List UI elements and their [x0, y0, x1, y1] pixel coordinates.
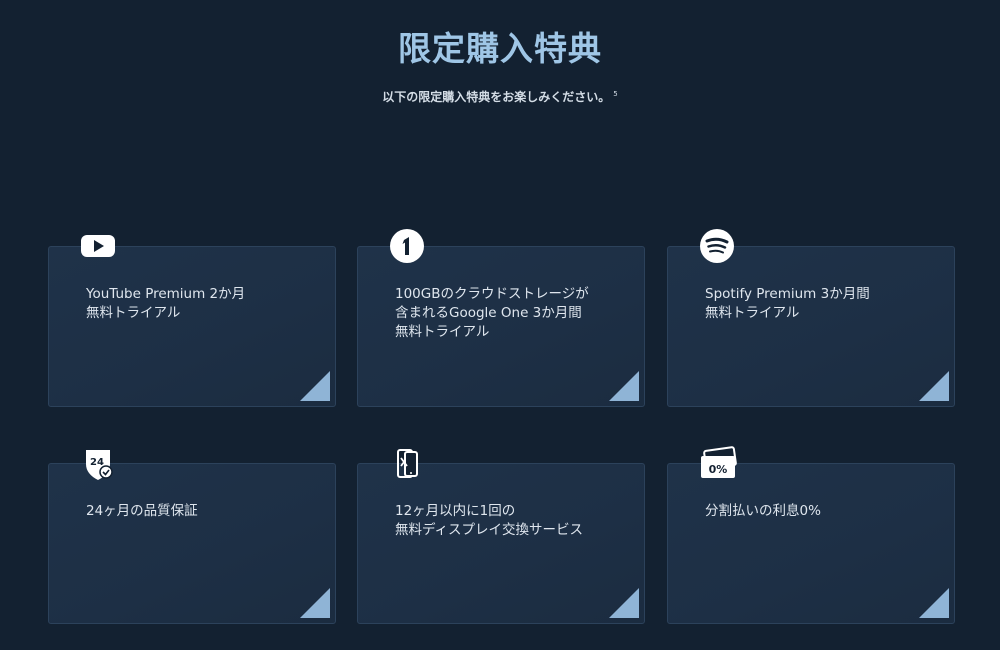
benefit-line: 12ヶ月以内に1回の — [395, 503, 516, 519]
corner-fold-icon — [300, 588, 330, 618]
credit-card-icon: 0% — [701, 446, 737, 478]
benefit-text: 24ヶ月の品質保証 — [86, 502, 326, 521]
benefit-line: 無料ディスプレイ交換サービス — [395, 522, 584, 538]
benefit-text: Spotify Premium 3か月間 無料トライアル — [705, 285, 945, 323]
page-subtitle: 以下の限定購入特典をお楽しみください。 5 — [0, 88, 1000, 105]
shield-24-icon: 24 — [86, 450, 113, 480]
benefit-text: YouTube Premium 2か月 無料トライアル — [86, 285, 326, 323]
benefit-line: YouTube Premium 2か月 — [86, 286, 246, 302]
benefit-card-google-one: 100GBのクラウドストレージが 含まれるGoogle One 3か月間 無料ト… — [357, 246, 645, 407]
benefit-line: 無料トライアル — [705, 305, 800, 321]
benefit-card-youtube: YouTube Premium 2か月 無料トライアル — [48, 246, 336, 407]
corner-fold-icon — [609, 371, 639, 401]
google-one-icon — [390, 229, 424, 263]
card-badge-text: 0% — [709, 463, 728, 476]
phone-repair-icon — [397, 449, 418, 478]
shield-badge-text: 24 — [90, 457, 104, 468]
corner-fold-icon — [609, 588, 639, 618]
benefit-card-zero-interest: 分割払いの利息0% — [667, 463, 955, 624]
benefit-card-screen-replacement: 12ヶ月以内に1回の 無料ディスプレイ交換サービス — [357, 463, 645, 624]
benefit-line: 含まれるGoogle One 3か月間 — [395, 305, 582, 321]
page-title: 限定購入特典 — [398, 29, 602, 68]
footnote-marker[interactable]: 5 — [613, 90, 617, 98]
spotify-icon — [700, 229, 734, 263]
corner-fold-icon — [919, 371, 949, 401]
benefit-text: 100GBのクラウドストレージが 含まれるGoogle One 3か月間 無料ト… — [395, 285, 635, 342]
benefit-line: 無料トライアル — [86, 305, 181, 321]
corner-fold-icon — [919, 588, 949, 618]
benefit-text: 12ヶ月以内に1回の 無料ディスプレイ交換サービス — [395, 502, 635, 540]
benefit-line: Spotify Premium 3か月間 — [705, 286, 870, 302]
benefit-card-spotify: Spotify Premium 3か月間 無料トライアル — [667, 246, 955, 407]
benefit-card-warranty: 24ヶ月の品質保証 — [48, 463, 336, 624]
benefit-line: 24ヶ月の品質保証 — [86, 503, 198, 519]
benefit-line: 分割払いの利息0% — [705, 503, 821, 519]
benefits-section: 限定購入特典 以下の限定購入特典をお楽しみください。 5 YouTube Prem… — [0, 0, 1000, 650]
youtube-icon — [81, 235, 115, 257]
benefit-line: 100GBのクラウドストレージが — [395, 286, 589, 302]
benefit-line: 無料トライアル — [395, 324, 490, 340]
subtitle-text: 以下の限定購入特典をお楽しみください。 — [382, 90, 611, 104]
corner-fold-icon — [300, 371, 330, 401]
benefit-text: 分割払いの利息0% — [705, 502, 945, 521]
